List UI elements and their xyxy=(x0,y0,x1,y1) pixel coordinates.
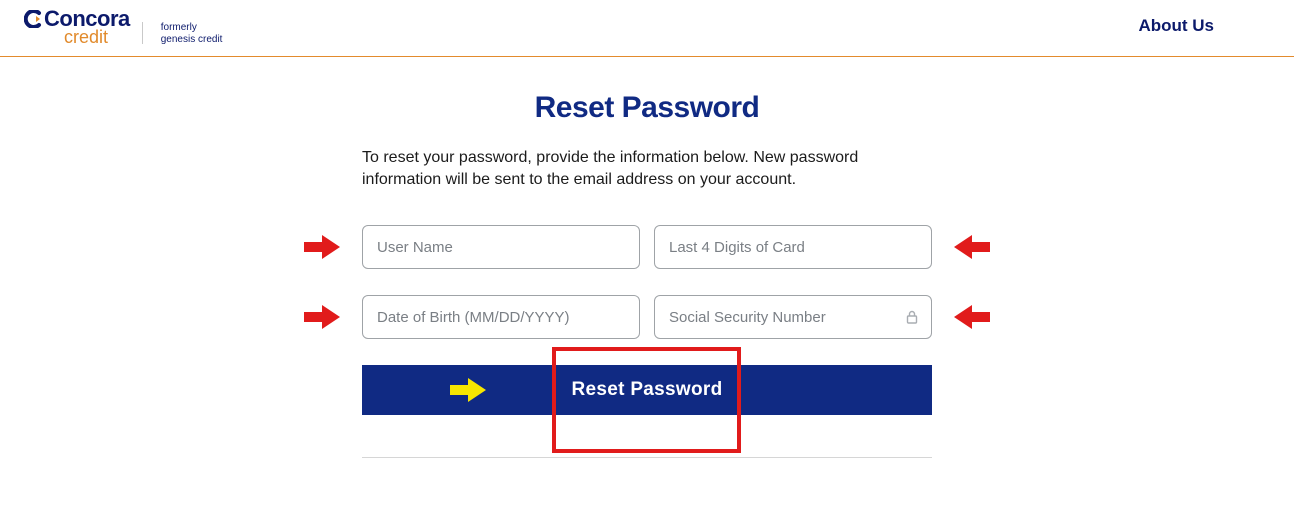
brand-tagline-line2: genesis credit xyxy=(161,34,223,46)
reset-password-button[interactable]: Reset Password xyxy=(362,365,932,415)
page-title: Reset Password xyxy=(190,91,1104,125)
annotation-arrow-dob xyxy=(304,303,340,331)
annotation-arrow-last4 xyxy=(954,233,990,261)
ssn-input[interactable] xyxy=(654,295,932,339)
brand-subname: credit xyxy=(64,28,130,46)
brand-tagline: formerly genesis credit xyxy=(161,22,223,48)
annotation-arrow-ssn xyxy=(954,303,990,331)
brand-divider xyxy=(142,22,143,44)
form-bottom-rule xyxy=(362,457,932,458)
about-us-link[interactable]: About Us xyxy=(1138,16,1270,36)
brand-logo: Concora credit formerly genesis credit xyxy=(24,4,222,48)
brand-tagline-line1: formerly xyxy=(161,22,223,34)
brand-mark-icon xyxy=(24,10,42,32)
instruction-text: To reset your password, provide the info… xyxy=(362,147,932,191)
dob-input[interactable] xyxy=(362,295,640,339)
annotation-arrow-username xyxy=(304,233,340,261)
last4-input[interactable] xyxy=(654,225,932,269)
username-input[interactable] xyxy=(362,225,640,269)
reset-form: Reset Password xyxy=(362,225,932,415)
